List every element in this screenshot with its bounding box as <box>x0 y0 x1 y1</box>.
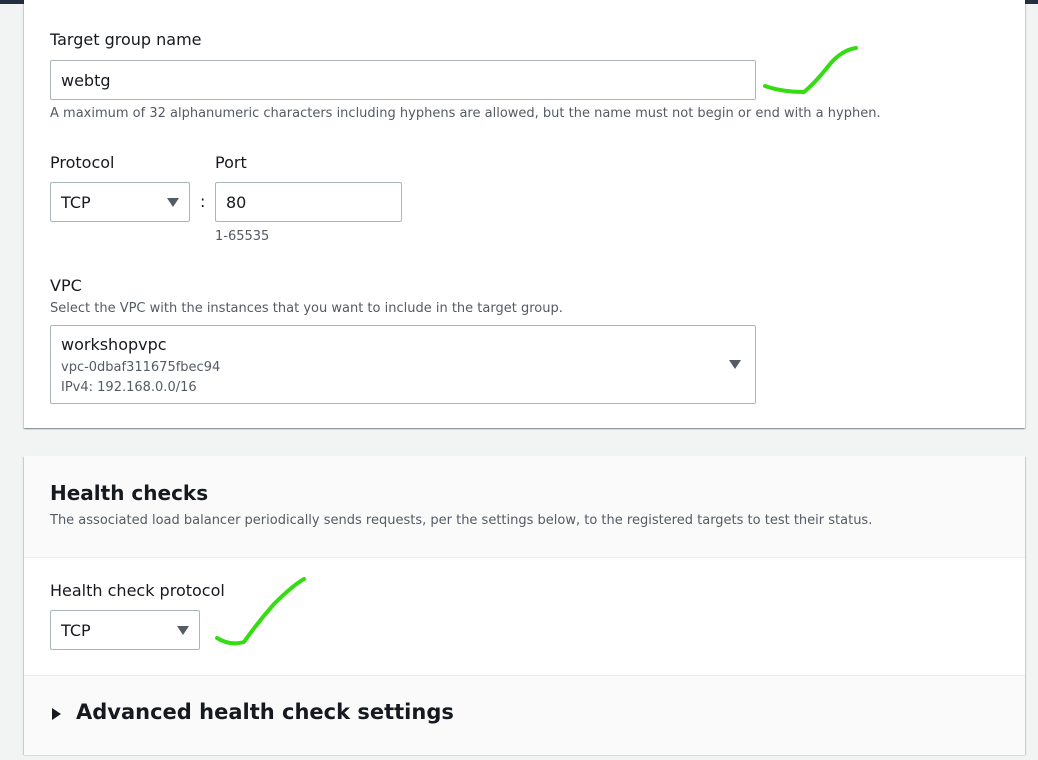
caret-down-icon <box>167 197 179 207</box>
caret-right-icon <box>52 708 61 720</box>
target-group-name-label: Target group name <box>50 30 202 49</box>
checkmark-stroke <box>763 46 858 94</box>
health-check-protocol-select[interactable]: TCP <box>50 610 200 650</box>
vpc-select[interactable]: workshopvpc vpc-0dbaf311675fbec94 IPv4: … <box>50 325 756 404</box>
protocol-select[interactable]: TCP <box>50 182 190 222</box>
target-group-name-hint: A maximum of 32 alphanumeric characters … <box>50 106 881 121</box>
health-check-protocol-label: Health check protocol <box>50 581 225 600</box>
vpc-select-name: workshopvpc <box>61 335 167 354</box>
protocol-select-value: TCP <box>61 192 91 212</box>
checkmark-icon <box>763 46 858 94</box>
health-checks-header: Health checks The associated load balanc… <box>24 456 1025 558</box>
port-range-hint: 1-65535 <box>215 229 270 244</box>
advanced-health-check-settings-label: Advanced health check settings <box>76 700 454 724</box>
checkmark-stroke <box>215 577 306 646</box>
checkmark-icon <box>215 577 306 646</box>
port-input[interactable]: 80 <box>215 182 402 222</box>
vpc-select-cidr: IPv4: 192.168.0.0/16 <box>61 380 197 395</box>
advanced-health-check-settings-toggle[interactable]: Advanced health check settings <box>24 675 1025 755</box>
port-label: Port <box>215 153 247 172</box>
vpc-hint: Select the VPC with the instances that y… <box>50 301 563 316</box>
caret-down-icon <box>729 360 741 369</box>
caret-down-icon <box>177 625 189 635</box>
target-group-panel: Target group name webtg A maximum of 32 … <box>24 0 1025 428</box>
protocol-port-separator: : <box>200 192 206 211</box>
health-check-protocol-value: TCP <box>61 620 91 640</box>
target-group-name-input[interactable]: webtg <box>50 60 756 100</box>
health-checks-description: The associated load balancer periodicall… <box>50 513 873 528</box>
vpc-label: VPC <box>50 276 82 295</box>
health-checks-panel: Health checks The associated load balanc… <box>24 456 1025 755</box>
health-checks-title: Health checks <box>50 481 209 505</box>
vpc-select-id: vpc-0dbaf311675fbec94 <box>61 360 221 375</box>
protocol-label: Protocol <box>50 153 115 172</box>
